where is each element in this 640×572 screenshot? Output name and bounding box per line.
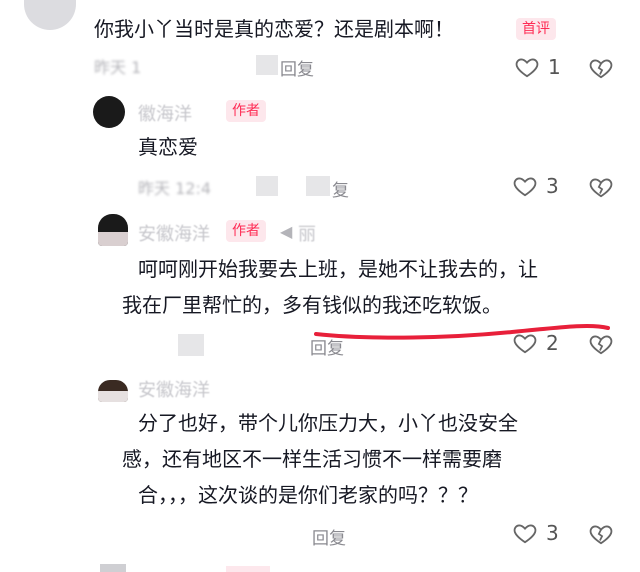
broken-heart-icon[interactable] <box>588 521 614 547</box>
reply-button[interactable]: 回复 <box>312 524 346 549</box>
reply-arrow-icon: ◀ <box>280 222 293 241</box>
avatar[interactable] <box>93 96 125 128</box>
comment-1: 你我小丫当时是真的恋爱？还是剧本啊！ 首评 昨天 1 回复 1 <box>0 0 640 85</box>
comment-text-line-2: 我在厂里帮忙的，多有钱似的我还吃软饭。 <box>122 293 502 317</box>
author-badge: 作者 <box>226 220 266 242</box>
comment-3: 安徽海洋 作者 ◀ 丽 呵呵刚开始我要去上班，是她不让我去的，让 我在厂里帮忙的… <box>0 210 640 360</box>
like-count: 2 <box>546 331 559 355</box>
first-comment-badge: 首评 <box>516 18 556 40</box>
commenter-name[interactable]: 徽海洋 <box>138 100 192 126</box>
author-badge: 作者 <box>226 100 266 122</box>
comment-text-line-1: 呵呵刚开始我要去上班，是她不让我去的，让 <box>138 257 538 281</box>
reply-button[interactable]: 复 <box>332 176 349 201</box>
comment-text-line-2: 感，还有地区不一样生活习惯不一样需要磨 <box>122 447 502 471</box>
reply-button[interactable]: 回复 <box>310 334 344 359</box>
broken-heart-icon[interactable] <box>588 331 614 357</box>
blur-mosaic <box>100 564 126 572</box>
heart-outline-icon <box>513 524 537 544</box>
heart-outline-icon <box>513 334 537 354</box>
like-button[interactable]: 3 <box>512 173 559 199</box>
heart-outline-icon <box>515 58 539 78</box>
like-count: 3 <box>546 521 559 545</box>
blur-mosaic <box>256 55 278 75</box>
comment-timestamp: 昨天 1 <box>94 58 142 77</box>
comment-4: 安徽海洋 分了也好，带个儿你压力大，小丫也没安全 感，还有地区不一样生活习惯不一… <box>0 372 640 572</box>
like-button[interactable]: 2 <box>512 330 559 356</box>
blur-mosaic <box>256 176 278 196</box>
comment-timestamp: 昨天 12:4 <box>138 179 212 198</box>
avatar[interactable] <box>98 380 128 402</box>
red-underline-annotation <box>314 323 610 340</box>
blur-mosaic <box>178 334 204 356</box>
comment-text-line-1: 分了也好，带个儿你压力大，小丫也没安全 <box>138 411 518 435</box>
comment-2: 徽海洋 作者 真恋爱 昨天 12:4 复 3 <box>0 90 640 205</box>
reply-to-name[interactable]: 丽 <box>298 220 316 246</box>
reply-button[interactable]: 回复 <box>280 55 314 80</box>
avatar[interactable] <box>24 0 76 30</box>
comment-text: 真恋爱 <box>138 135 198 159</box>
avatar[interactable] <box>98 214 128 246</box>
heart-outline-icon <box>513 177 537 197</box>
comment-text-line-3: 合，，，这次谈的是你们老家的吗？？？ <box>138 483 478 507</box>
like-button[interactable]: 3 <box>512 520 559 546</box>
broken-heart-icon[interactable] <box>588 174 614 200</box>
commenter-name[interactable]: 安徽海洋 <box>138 376 210 402</box>
blur-mosaic <box>306 176 330 196</box>
like-count: 1 <box>548 55 561 79</box>
like-button[interactable]: 1 <box>514 54 561 80</box>
broken-heart-icon[interactable] <box>588 55 614 81</box>
blur-mosaic <box>226 566 270 572</box>
commenter-name[interactable]: 安徽海洋 <box>138 220 210 246</box>
comment-text: 你我小丫当时是真的恋爱？还是剧本啊！ <box>94 17 454 41</box>
like-count: 3 <box>546 174 559 198</box>
